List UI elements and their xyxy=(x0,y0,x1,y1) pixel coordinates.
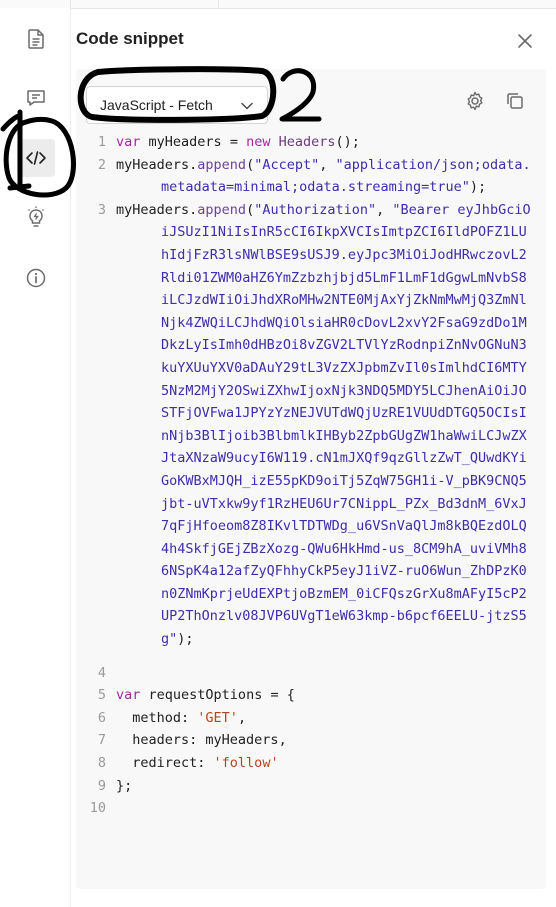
sidebar-item-insights[interactable] xyxy=(17,198,55,236)
code-line: 3 myHeaders.append("Authorization", "Bea… xyxy=(76,199,546,651)
line-number: 1 xyxy=(97,134,106,150)
string-literal: 'follow' xyxy=(213,755,279,772)
string-literal: "Accept" xyxy=(254,156,320,173)
line-number: 4 xyxy=(97,664,106,681)
language-select-value: JavaScript - Fetch xyxy=(100,97,213,113)
sidebar-item-code-snippet[interactable] xyxy=(17,139,55,177)
code-line: 9 }; xyxy=(76,775,546,798)
punctuation: (); xyxy=(335,134,360,150)
property-line: headers: myHeaders, xyxy=(116,732,287,749)
string-literal: 'GET' xyxy=(197,709,238,726)
code-line: 2 myHeaders.append("Accept", "applicatio… xyxy=(76,154,546,199)
property-key: redirect: xyxy=(116,755,214,772)
line-number: 9 xyxy=(97,777,106,794)
string-literal: "Bearer eyJhbGciOiJSUzI1NiIsInR5cCI6IkpX… xyxy=(161,201,531,648)
line-number: 5 xyxy=(97,687,106,704)
code-container: JavaScript - Fetch 1 var myHeaders = new… xyxy=(76,69,546,889)
sidebar-item-comments[interactable] xyxy=(17,79,55,117)
info-icon xyxy=(26,268,46,288)
line-number: 6 xyxy=(97,709,106,726)
settings-button[interactable] xyxy=(462,88,488,114)
code-snippet-panel: Code snippet JavaScript - Fetch 1 var my… xyxy=(70,8,556,900)
copy-icon xyxy=(507,93,523,109)
keyword: var xyxy=(116,134,141,150)
sidebar-item-info[interactable] xyxy=(17,259,55,297)
code-line: 10 xyxy=(76,797,546,820)
string-literal: "Authorization" xyxy=(254,201,377,218)
line-number: 8 xyxy=(97,755,106,772)
line-number: 7 xyxy=(97,732,106,749)
copy-button[interactable] xyxy=(502,88,528,114)
method-name: append xyxy=(197,201,247,218)
punctuation: }; xyxy=(116,777,133,794)
operator: = xyxy=(221,134,247,150)
sidebar-item-documentation[interactable] xyxy=(17,20,55,58)
tab-divider xyxy=(218,0,219,8)
code-block: 1 var myHeaders = new Headers(); 2 myHea… xyxy=(76,131,546,820)
code-line: 6 method: 'GET', xyxy=(76,707,546,730)
close-button[interactable] xyxy=(514,30,536,52)
code-line: 5 var requestOptions = { xyxy=(76,684,546,707)
code-icon xyxy=(26,151,46,165)
lightbulb-icon xyxy=(28,206,44,227)
line-number: 2 xyxy=(97,156,106,173)
property-key: method: xyxy=(116,709,198,726)
line-number: 3 xyxy=(97,201,106,218)
tab-divider xyxy=(70,0,71,8)
code-line: 8 redirect: 'follow' xyxy=(76,752,546,775)
code-line: 7 headers: myHeaders, xyxy=(76,729,546,752)
identifier: myHeaders xyxy=(116,156,190,173)
identifier: myHeaders xyxy=(116,201,190,218)
keyword: new xyxy=(246,134,271,150)
keyword: var xyxy=(116,687,141,704)
close-icon xyxy=(518,34,532,48)
identifier: requestOptions xyxy=(148,687,263,704)
method-name: append xyxy=(197,156,247,173)
code-line: 4 xyxy=(76,662,546,685)
comment-icon xyxy=(27,90,45,106)
language-select[interactable]: JavaScript - Fetch xyxy=(86,86,268,124)
identifier: myHeaders xyxy=(148,134,222,150)
chevron-down-icon xyxy=(241,102,253,110)
punctuation: = { xyxy=(262,687,295,704)
code-line: 1 var myHeaders = new Headers(); xyxy=(76,131,546,154)
class-name: Headers xyxy=(278,134,336,150)
document-icon xyxy=(28,29,44,49)
line-number: 10 xyxy=(89,800,106,817)
sidebar-rail xyxy=(0,8,71,907)
panel-title: Code snippet xyxy=(76,29,184,48)
gear-icon xyxy=(467,91,483,111)
